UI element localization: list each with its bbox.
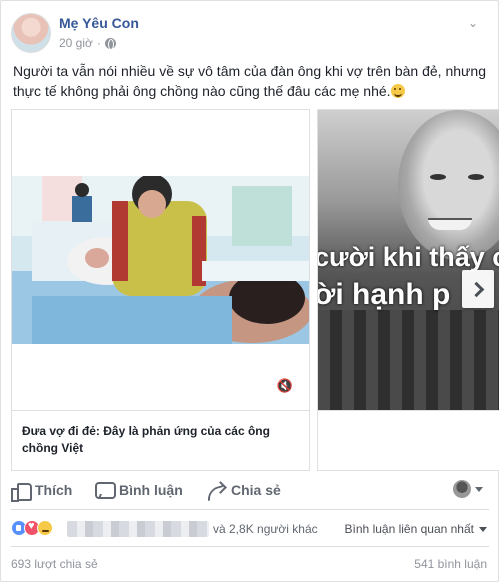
video-thumbnail[interactable] bbox=[12, 176, 309, 344]
share-icon bbox=[207, 481, 225, 499]
divider bbox=[11, 509, 489, 510]
carousel-slide[interactable]: cười khi thấy co ời hạnh p bbox=[317, 109, 499, 471]
reaction-icons[interactable] bbox=[11, 520, 53, 536]
globe-icon[interactable] bbox=[104, 37, 116, 50]
carousel-next-button[interactable] bbox=[462, 270, 494, 308]
thumbs-up-icon bbox=[11, 481, 32, 502]
video-thumbnail[interactable]: cười khi thấy co ời hạnh p bbox=[318, 110, 499, 410]
mute-icon[interactable]: 🔇 bbox=[277, 378, 293, 394]
hospital-scene-image bbox=[12, 176, 309, 344]
action-bar: Thích Bình luận Chia sẻ bbox=[11, 475, 489, 505]
reactions-row: và 2,8K người khác Bình luận liên quan n… bbox=[11, 517, 489, 541]
smile-emoji-icon bbox=[390, 84, 405, 98]
author-name[interactable]: Mẹ Yêu Con bbox=[59, 15, 139, 31]
identity-selector[interactable] bbox=[453, 480, 483, 498]
post-card: Mẹ Yêu Con 20 giờ · ⌄ Người ta vẫn nói n… bbox=[0, 0, 499, 582]
post-body: Người ta vẫn nói nhiều về sự vô tâm của … bbox=[13, 63, 486, 99]
sad-reaction-icon bbox=[37, 520, 53, 536]
author-avatar[interactable] bbox=[11, 13, 51, 53]
chevron-right-icon bbox=[468, 281, 484, 297]
post-meta: 20 giờ · bbox=[59, 36, 116, 50]
comment-button[interactable]: Bình luận bbox=[95, 475, 183, 505]
video-overlay-text: cười khi thấy co bbox=[318, 242, 499, 272]
divider bbox=[11, 546, 489, 547]
post-text: Người ta vẫn nói nhiều về sự vô tâm của … bbox=[13, 61, 489, 101]
blurred-reactor-names bbox=[67, 521, 209, 537]
comment-count[interactable]: 541 bình luận bbox=[414, 557, 487, 571]
avatar bbox=[453, 480, 471, 498]
link-carousel: 🔇 Đưa vợ đi đẻ: Đây là phản ứng của các … bbox=[11, 109, 499, 471]
reaction-count[interactable]: và 2,8K người khác bbox=[213, 522, 318, 536]
chevron-down-icon[interactable]: ⌄ bbox=[465, 15, 481, 31]
caret-down-icon bbox=[475, 486, 483, 492]
comment-filter-dropdown[interactable]: Bình luận liên quan nhất bbox=[345, 522, 487, 536]
carousel-slide[interactable]: 🔇 Đưa vợ đi đẻ: Đây là phản ứng của các … bbox=[11, 109, 310, 471]
share-count[interactable]: 693 lượt chia sẻ bbox=[11, 557, 98, 571]
slide-caption[interactable]: Đưa vợ đi đẻ: Đây là phản ứng của các ôn… bbox=[12, 410, 309, 470]
comment-icon bbox=[95, 481, 116, 499]
caret-down-icon bbox=[479, 526, 487, 532]
share-button[interactable]: Chia sẻ bbox=[207, 475, 281, 505]
post-header: Mẹ Yêu Con 20 giờ · ⌄ bbox=[11, 11, 481, 55]
man-face-image bbox=[398, 110, 499, 260]
like-button[interactable]: Thích bbox=[11, 475, 72, 505]
post-time[interactable]: 20 giờ bbox=[59, 36, 93, 50]
